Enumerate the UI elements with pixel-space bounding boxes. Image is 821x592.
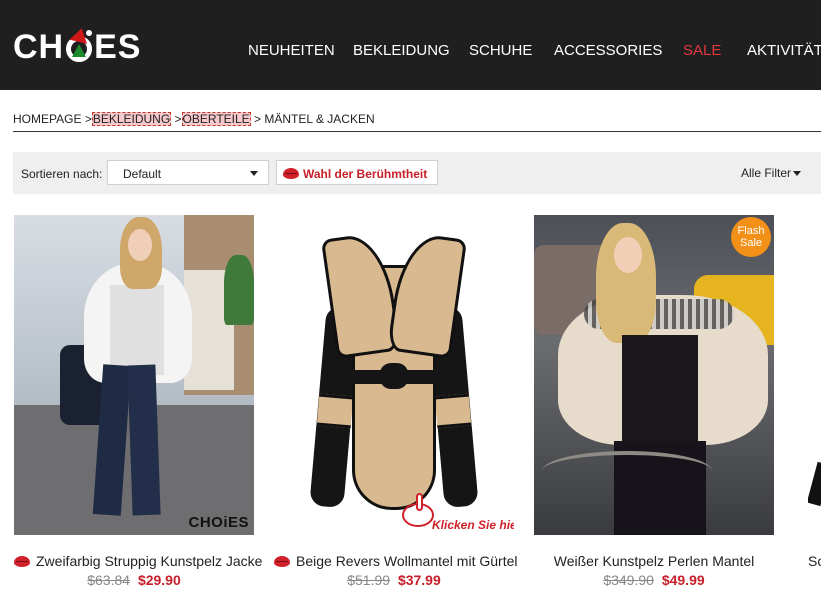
product-price: $349.90 $49.99 [534, 572, 774, 588]
product-title[interactable]: Weißer Kunstpelz Perlen Mantel [534, 553, 774, 569]
product-image[interactable]: CHOiES [14, 215, 254, 535]
breadcrumb-separator: > [254, 112, 262, 126]
sort-toolbar: Sortieren nach: Default Wahl der Berühmt… [13, 152, 821, 194]
product-image[interactable]: Klicken Sie hier [274, 215, 514, 535]
nav-item-aktivitaet[interactable]: AKTIVITÄT [747, 42, 821, 59]
product-title-text: Beige Revers Wollmantel mit Gürtel [296, 553, 518, 569]
nav-item-accessories[interactable]: ACCESSORIES [554, 42, 662, 59]
product-price: $51.99 $37.99 [274, 572, 514, 588]
nav-item-neuheiten[interactable]: NEUHEITEN [248, 42, 335, 59]
celebrity-choice-label: Wahl der Berühmtheit [303, 167, 428, 181]
product-title-text: Weißer Kunstpelz Perlen Mantel [553, 553, 755, 569]
lips-icon [274, 556, 290, 567]
original-price: $51.99 [347, 572, 391, 588]
sale-price: $49.99 [661, 572, 705, 588]
product-title-text: Zweifarbig Struppig Kunstpelz Jacke [36, 553, 263, 569]
breadcrumb-separator: > [84, 112, 92, 126]
original-price: $349.90 [603, 572, 654, 588]
nav-item-sale[interactable]: SALE [683, 42, 721, 59]
breadcrumb-bekleidung[interactable]: BEKLEIDUNG [91, 112, 172, 126]
all-filters-dropdown[interactable]: Alle Filter [741, 166, 801, 180]
click-hand-icon [402, 493, 434, 527]
click-here-overlay[interactable]: Klicken Sie hier [432, 518, 514, 532]
sort-select[interactable]: Default [107, 160, 269, 185]
breadcrumb-separator: > [174, 112, 182, 126]
image-watermark: CHOiES [188, 514, 249, 531]
chevron-down-icon [250, 171, 258, 176]
flash-sale-badge: Flash Sale [731, 217, 771, 257]
sale-price: $37.99 [397, 572, 441, 588]
site-header: CH ES NEUHEITEN BEKLEIDUNG SCHUHE ACCESS… [0, 0, 821, 90]
product-title[interactable]: Zweifarbig Struppig Kunstpelz Jacke [14, 553, 274, 569]
all-filters-label: Alle Filter [740, 166, 791, 180]
nav-item-schuhe[interactable]: SCHUHE [469, 42, 532, 59]
product-price: $63.84 $29.90 [14, 572, 254, 588]
product-image[interactable]: Flash Sale [534, 215, 774, 535]
breadcrumb-divider [13, 131, 821, 132]
lips-icon [283, 168, 299, 179]
breadcrumb-oberteile[interactable]: OBERTEILE [181, 112, 251, 126]
product-title[interactable]: Beige Revers Wollmantel mit Gürtel [274, 553, 534, 569]
product-image-partial[interactable] [808, 215, 821, 535]
product-title-partial[interactable]: Sc [808, 553, 821, 569]
celebrity-choice-button[interactable]: Wahl der Berühmtheit [276, 160, 438, 185]
breadcrumb-current: MÄNTEL & JACKEN [264, 112, 375, 126]
sale-price: $29.90 [137, 572, 181, 588]
main-nav: NEUHEITEN BEKLEIDUNG SCHUHE ACCESSORIES … [0, 42, 821, 60]
nav-item-bekleidung[interactable]: BEKLEIDUNG [353, 42, 450, 59]
sort-label: Sortieren nach: [21, 167, 103, 181]
breadcrumb: HOMEPAGE >BEKLEIDUNG >OBERTEILE > MÄNTEL… [13, 112, 375, 126]
original-price: $63.84 [87, 572, 131, 588]
breadcrumb-home[interactable]: HOMEPAGE [13, 112, 81, 126]
sort-selected-value: Default [123, 167, 162, 181]
caret-down-icon [793, 171, 801, 177]
lips-icon [14, 556, 30, 567]
